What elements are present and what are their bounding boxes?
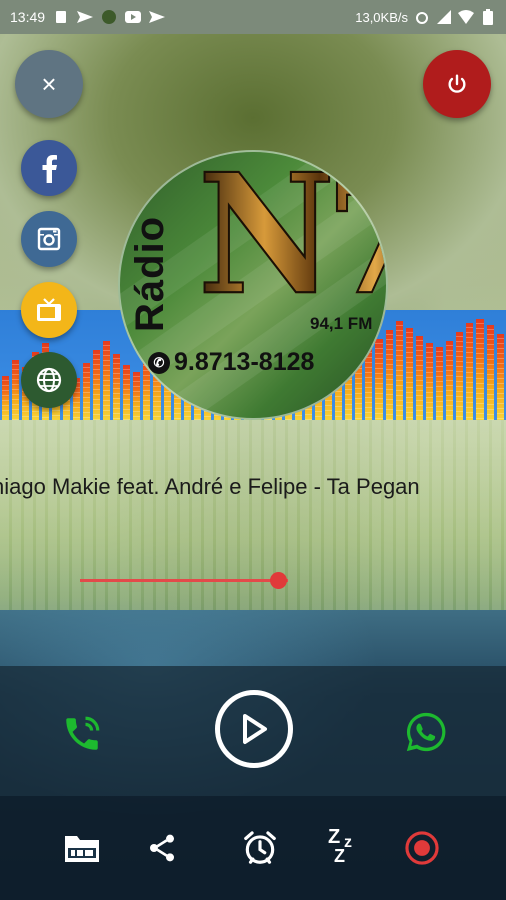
now-playing-text: hiago Makie feat. André e Felipe - Ta Pe… bbox=[0, 474, 420, 499]
share-button[interactable] bbox=[140, 826, 184, 870]
logo-brand: N7 bbox=[197, 152, 386, 319]
sleep-icon: Z z Z bbox=[328, 826, 352, 866]
tv-icon bbox=[37, 298, 61, 321]
whatsapp-icon bbox=[406, 712, 446, 752]
logo-phone-number: 9.8713-8128 bbox=[174, 348, 315, 376]
station-logo: N7 Rádio 94,1 FM ✆ 9.8713-8128 bbox=[118, 150, 388, 420]
folder-icon bbox=[65, 836, 99, 862]
equalizer-bar bbox=[405, 327, 413, 420]
youtube-icon bbox=[125, 9, 142, 25]
tv-button[interactable] bbox=[21, 282, 77, 338]
equalizer-bar bbox=[92, 349, 100, 420]
close-menu-button[interactable]: × bbox=[15, 50, 83, 118]
close-icon: × bbox=[41, 68, 57, 99]
play-button[interactable] bbox=[215, 690, 293, 768]
equalizer-bar bbox=[486, 325, 494, 420]
clock: 13:49 bbox=[10, 9, 46, 25]
equalizer-bar bbox=[456, 332, 464, 420]
send-icon bbox=[77, 9, 94, 25]
signal-icon bbox=[436, 9, 452, 25]
app-icon bbox=[101, 9, 117, 25]
sim-icon bbox=[53, 9, 69, 25]
equalizer-bar bbox=[385, 329, 393, 420]
volume-slider[interactable] bbox=[80, 570, 290, 592]
play-icon bbox=[243, 714, 267, 744]
equalizer-bar bbox=[415, 336, 423, 420]
sleep-timer-button[interactable]: Z z Z bbox=[322, 826, 366, 870]
record-icon bbox=[405, 831, 439, 865]
facebook-icon bbox=[42, 155, 57, 183]
share-icon bbox=[150, 834, 174, 862]
equalizer-bar bbox=[496, 334, 504, 420]
wifi-icon bbox=[458, 9, 474, 25]
equalizer-bar bbox=[395, 321, 403, 420]
alarm-icon bbox=[414, 9, 430, 25]
call-button[interactable] bbox=[56, 708, 108, 760]
equalizer-bar bbox=[436, 347, 444, 420]
equalizer-bar bbox=[375, 338, 383, 420]
instagram-icon bbox=[37, 227, 61, 251]
call-icon bbox=[66, 716, 100, 750]
equalizer-bar bbox=[476, 318, 484, 420]
power-button[interactable] bbox=[423, 50, 491, 118]
battery-icon bbox=[480, 9, 496, 25]
volume-track bbox=[80, 579, 288, 582]
volume-thumb[interactable] bbox=[269, 572, 287, 589]
logo-frequency: 94,1 FM bbox=[310, 314, 373, 333]
status-bar: 13:49 13,0KB/s bbox=[0, 0, 506, 34]
alarm-button[interactable] bbox=[238, 826, 282, 870]
globe-icon bbox=[36, 367, 62, 393]
logo-radio-word: Rádio bbox=[128, 215, 172, 332]
equalizer-bar bbox=[466, 323, 474, 420]
facebook-button[interactable] bbox=[21, 140, 77, 196]
equalizer-bar bbox=[2, 376, 10, 420]
equalizer-bar bbox=[12, 359, 20, 420]
send-icon bbox=[149, 9, 166, 25]
equalizer-bar bbox=[82, 362, 90, 420]
power-icon bbox=[448, 74, 466, 93]
logo-phone: ✆ 9.8713-8128 bbox=[148, 348, 314, 377]
record-button[interactable] bbox=[400, 826, 444, 870]
alarm-icon bbox=[244, 831, 276, 864]
network-speed: 13,0KB/s bbox=[355, 9, 408, 25]
equalizer-bar bbox=[446, 340, 454, 420]
folder-button[interactable] bbox=[60, 826, 104, 870]
equalizer-bar bbox=[425, 343, 434, 420]
instagram-button[interactable] bbox=[21, 211, 77, 267]
whatsapp-button[interactable] bbox=[400, 706, 452, 758]
website-button[interactable] bbox=[21, 352, 77, 408]
equalizer-bar bbox=[102, 340, 111, 420]
now-playing-marquee: hiago Makie feat. André e Felipe - Ta Pe… bbox=[0, 470, 506, 506]
phone-icon: ✆ bbox=[148, 351, 170, 374]
